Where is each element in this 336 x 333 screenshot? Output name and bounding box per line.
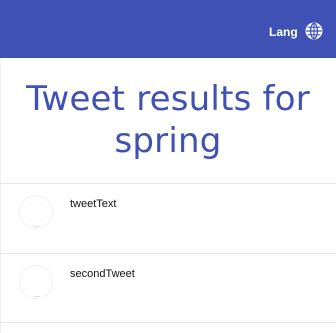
tweet-text: tweetText: [70, 198, 117, 210]
tweet-list-item[interactable]: tweetText: [0, 183, 336, 253]
lang-label[interactable]: Lang: [269, 25, 298, 39]
language-button[interactable]: [305, 22, 323, 40]
top-app-bar: Lang: [0, 0, 336, 58]
app-root: Lang Tweet results for spring tweetText …: [0, 0, 336, 333]
tweet-text: secondTweet: [70, 268, 135, 280]
tweet-list: tweetText secondTweet: [0, 183, 336, 323]
tweet-list-item[interactable]: secondTweet: [0, 253, 336, 323]
globe-icon: [305, 22, 323, 40]
avatar: [19, 265, 53, 299]
avatar: [19, 195, 53, 229]
page-title: Tweet results for spring: [26, 79, 310, 161]
